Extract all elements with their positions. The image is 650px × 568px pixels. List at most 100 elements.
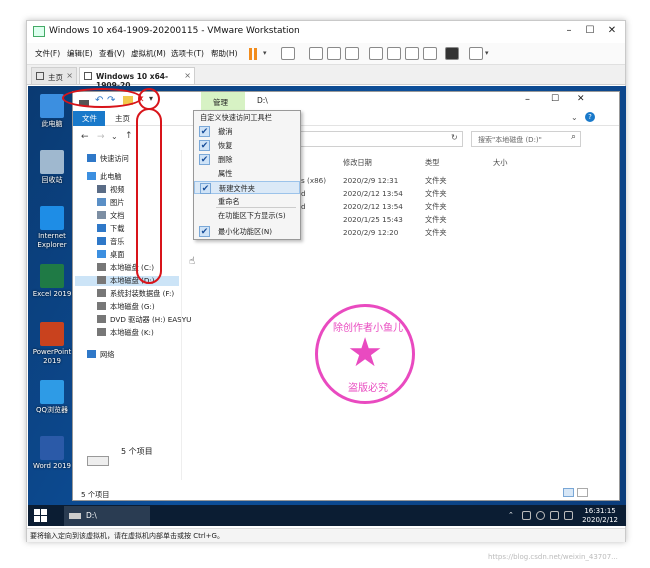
annotation-circle-dropdown [138,88,160,110]
stretch-icon[interactable] [469,47,483,60]
desktop-icon-item[interactable]: Word 2019 [30,436,74,471]
file-name: d [301,189,306,198]
windows-start-icon[interactable] [34,509,47,522]
column-modified[interactable]: 修改日期 [343,158,372,168]
quick-menu-item[interactable]: ✔ 最小化功能区(N) [194,225,300,238]
chevron-down-icon[interactable]: ▾ [263,49,267,57]
thumbnail-icon[interactable] [387,47,401,60]
nav-item-label: 音乐 [110,237,125,246]
computer-icon [87,172,96,180]
tab-file[interactable]: 文件 [82,113,97,124]
search-input[interactable]: 搜索"本地磁盘 (D:)" [471,131,581,147]
close-icon[interactable]: ✕ [577,94,585,104]
nav-item[interactable]: 文档 [97,211,124,221]
snapshot-revert-icon[interactable] [327,47,341,60]
quick-menu-item-label: 恢复 [218,141,233,150]
maximize-icon[interactable]: ☐ [583,25,597,37]
chevron-down-icon[interactable]: ⌄ [571,113,578,122]
tab-vm[interactable]: Windows 10 x64-1909-20... × [79,67,195,90]
desktop-icon-item[interactable]: PowerPoint 2019 [30,322,74,366]
chevron-down-icon[interactable]: ▾ [485,49,489,57]
minimize-icon[interactable]: – [525,94,530,105]
column-size[interactable]: 大小 [493,158,507,168]
minimize-icon[interactable]: – [562,25,576,37]
console-icon[interactable] [445,47,459,60]
back-icon[interactable]: ← [81,132,89,142]
unity-icon[interactable] [423,47,437,60]
column-type[interactable]: 类型 [425,158,439,168]
quick-menu-item[interactable]: ✔ 删除 [194,153,300,166]
menu-vm[interactable]: 虚拟机(M) [131,48,166,59]
desktop-icon-label: Excel 2019 [32,290,72,298]
pause-icon[interactable] [249,48,252,60]
chevron-down-icon[interactable]: ⌄ [111,132,118,141]
quick-menu-item[interactable]: 在功能区下方显示(S) [194,207,300,222]
details-view-icon[interactable] [563,488,574,497]
maximize-icon[interactable]: ☐ [551,94,559,104]
desktop-icon-item[interactable]: QQ浏览器 [30,380,74,415]
table-row[interactable]: d 2020/2/12 13:54 文件夹 [301,189,601,201]
quick-menu-item[interactable]: 属性 [194,167,300,180]
nav-item[interactable]: 桌面 [97,250,124,260]
large-icons-view-icon[interactable] [577,488,588,497]
menu-help[interactable]: 帮助(H) [211,48,238,59]
snapshot-manager-icon[interactable] [345,47,359,60]
tray-shield-icon[interactable] [536,511,545,520]
tray-volume-icon[interactable] [564,511,573,520]
menu-view[interactable]: 查看(V) [99,48,125,59]
refresh-icon[interactable]: ↻ [451,133,458,142]
drive-icon [97,276,106,284]
close-icon[interactable]: × [184,71,191,80]
nav-item[interactable]: DVD 驱动器 (H:) EASYU [97,315,191,325]
guest-desktop[interactable]: 此电脑 回收站 Internet Explorer Excel 2019 PowerPo… [28,86,626,526]
nav-item[interactable]: 网络 [87,350,114,360]
nav-item[interactable]: 图片 [97,198,124,208]
tray-device-icon[interactable] [522,511,531,520]
menu-edit[interactable]: 编辑(E) [67,48,93,59]
taskbar-clock[interactable]: 16:31:15 2020/2/12 [582,507,618,525]
tab-home[interactable]: 主页 × [31,67,77,84]
quick-menu-item[interactable]: ✔ 恢复 [194,139,300,152]
nav-item[interactable]: 本地磁盘 (K:) [97,328,154,338]
quick-menu-item[interactable]: ✔ 新建文件夹 [194,181,300,194]
forward-icon[interactable]: → [97,132,105,142]
table-row[interactable]: s (x86) 2020/2/9 12:31 文件夹 [301,176,601,188]
csdn-watermark: https://blog.csdn.net/weixin_43707... [488,553,618,561]
quick-menu-item-label: 属性 [218,169,233,178]
nav-item[interactable]: 下载 [97,224,124,234]
nav-item[interactable]: 本地磁盘 (G:) [97,302,155,312]
nav-item[interactable]: 系统封装数据盘 (F:) [97,289,174,299]
help-icon[interactable]: ? [585,112,595,122]
search-icon[interactable]: ⌕ [571,132,576,142]
sidebar-icon[interactable] [369,47,383,60]
table-row[interactable]: d 2020/2/12 13:54 文件夹 [301,202,601,214]
excel-icon [40,264,64,288]
quick-menu-item[interactable]: ✔ 撤消 [194,125,300,138]
tab-manage[interactable]: 管理 [213,97,228,108]
nav-item[interactable]: 快速访问 [87,154,129,164]
snapshot-icon[interactable] [309,47,323,60]
quick-menu-item-label: 删除 [218,155,233,164]
send-keys-icon[interactable] [281,47,295,60]
up-icon[interactable]: ↑ [125,131,133,141]
menu-file[interactable]: 文件(F) [35,48,60,59]
fullscreen-icon[interactable] [405,47,419,60]
close-icon[interactable]: × [66,71,73,80]
menu-tabs[interactable]: 选项卡(T) [171,48,204,59]
desktop-icon-item[interactable]: Internet Explorer [30,206,74,250]
tab-home-ribbon[interactable]: 主页 [115,113,130,124]
table-row[interactable]: 2020/2/9 12:20 文件夹 [301,228,601,240]
close-icon[interactable]: ✕ [605,25,619,37]
nav-item[interactable]: 此电脑 [87,172,122,182]
drive-icon [97,302,106,310]
nav-item[interactable]: 音乐 [97,237,124,247]
desktop-icon-item[interactable]: Excel 2019 [30,264,74,299]
tray-network-icon[interactable] [550,511,559,520]
tray-chevron-icon[interactable]: ⌃ [508,511,514,519]
desktop-icon-item[interactable]: 回收站 [30,150,74,185]
taskbar-explorer-button[interactable]: D:\ [64,506,150,526]
nav-item[interactable]: 视频 [97,185,124,195]
table-row[interactable]: 2020/1/25 15:43 文件夹 [301,215,601,227]
menu-separator [216,207,296,208]
nav-item[interactable]: 本地磁盘 (D:) [75,276,179,286]
